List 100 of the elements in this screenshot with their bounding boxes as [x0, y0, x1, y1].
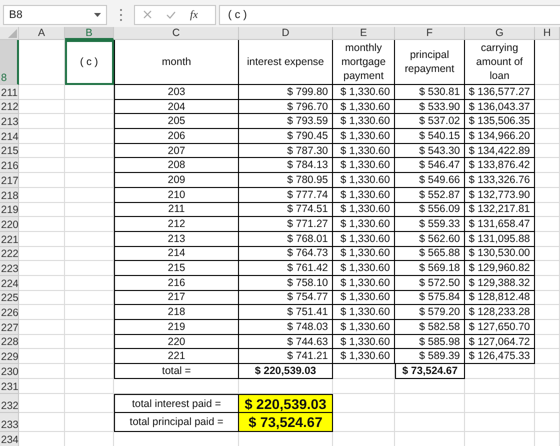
table-cell: $ 1,330.60 [333, 85, 395, 100]
table-cell: $ 126,475.33 [465, 349, 535, 364]
table-cell: $ 134,966.20 [465, 129, 535, 144]
row-header[interactable]: 226 [0, 305, 19, 320]
empty-cell [535, 202, 560, 218]
column-header[interactable]: D [239, 27, 333, 40]
table-cell: $ 549.66 [395, 173, 465, 188]
empty-cell [65, 379, 114, 394]
empty-cell [535, 246, 560, 262]
row-header[interactable]: 211 [0, 85, 19, 100]
row-header[interactable]: 218 [0, 188, 19, 202]
table-cell: 213 [114, 232, 239, 247]
row-header[interactable]: 233 [0, 413, 19, 432]
row-header[interactable]: 234 [0, 432, 19, 446]
row-header[interactable]: 219 [0, 202, 19, 218]
table-cell: $ 1,330.60 [333, 246, 395, 262]
table-cell: 216 [114, 276, 239, 291]
row-header[interactable]: 216 [0, 158, 19, 174]
row-header[interactable]: 223 [0, 261, 19, 276]
table-cell: $ 1,330.60 [333, 305, 395, 320]
column-header[interactable]: E [333, 27, 395, 40]
table-cell: 205 [114, 114, 239, 130]
table-cell: $ 73,524.67 [395, 364, 465, 380]
table-cell: 221 [114, 349, 239, 364]
table-cell: 214 [114, 246, 239, 262]
table-cell: $ 559.33 [395, 217, 465, 232]
empty-cell [395, 394, 465, 414]
table-cell: $ 128,233.28 [465, 305, 535, 320]
table-cell: $ 799.80 [239, 85, 333, 100]
column-header[interactable]: F [395, 27, 465, 40]
table-cell: $ 582.58 [395, 320, 465, 335]
table-cell: $ 1,330.60 [333, 114, 395, 130]
table-cell: $ 131,658.47 [465, 217, 535, 232]
row-header[interactable]: 221 [0, 232, 19, 247]
table-cell: $ 130,530.00 [465, 246, 535, 262]
table-cell: 219 [114, 320, 239, 335]
row-header[interactable]: 228 [0, 334, 19, 350]
row-header[interactable]: 230 [0, 364, 19, 380]
table-cell: $ 1,330.60 [333, 217, 395, 232]
empty-cell [535, 232, 560, 247]
empty-cell [65, 349, 114, 364]
table-cell: $ 754.77 [239, 290, 333, 306]
empty-cell [333, 379, 395, 394]
column-header[interactable]: G [465, 27, 535, 40]
table-cell: $ 220,539.03 [239, 394, 333, 414]
empty-cell [65, 261, 114, 276]
table-cell: $ 744.63 [239, 334, 333, 350]
row-header[interactable]: 227 [0, 320, 19, 335]
row-header[interactable]: 213 [0, 114, 19, 130]
column-title-cell: ( c ) [65, 40, 114, 85]
table-cell: $ 796.70 [239, 100, 333, 114]
row-header[interactable]: 220 [0, 217, 19, 232]
formula-field[interactable]: ( c ) [219, 4, 560, 24]
empty-cell [535, 85, 560, 100]
row-header[interactable]: 8 [0, 40, 19, 85]
dropdown-caret-icon [94, 12, 101, 16]
table-cell: 218 [114, 305, 239, 320]
empty-cell [65, 202, 114, 218]
empty-cell [65, 85, 114, 100]
empty-cell [65, 320, 114, 335]
row-header[interactable]: 212 [0, 100, 19, 114]
empty-cell [535, 394, 560, 414]
empty-cell [65, 129, 114, 144]
row-header[interactable]: 224 [0, 276, 19, 291]
empty-cell [535, 413, 560, 432]
column-header[interactable]: H [535, 27, 560, 40]
column-header[interactable]: C [114, 27, 239, 40]
empty-cell [535, 334, 560, 350]
empty-cell [535, 217, 560, 232]
table-cell: total interest paid = [114, 394, 239, 414]
table-cell: $ 1,330.60 [333, 276, 395, 291]
table-cell: $ 768.01 [239, 232, 333, 247]
table-cell: $ 1,330.60 [333, 100, 395, 114]
column-header[interactable]: A [19, 27, 65, 40]
row-header[interactable]: 232 [0, 394, 19, 414]
row-header[interactable]: 231 [0, 379, 19, 394]
row-header[interactable]: 214 [0, 129, 19, 144]
empty-cell [395, 413, 465, 432]
cancel-icon[interactable] [143, 10, 152, 19]
table-cell: $ 134,422.89 [465, 144, 535, 158]
insert-function-button[interactable]: fx [190, 8, 198, 20]
more-options-icon[interactable] [119, 8, 123, 22]
empty-cell [65, 188, 114, 202]
table-cell: $ 748.03 [239, 320, 333, 335]
name-box[interactable]: B8 [3, 4, 107, 24]
row-header[interactable]: 217 [0, 173, 19, 188]
empty-cell [535, 100, 560, 114]
select-all-icon[interactable] [8, 29, 17, 38]
row-header[interactable]: 229 [0, 349, 19, 364]
row-header[interactable]: 225 [0, 290, 19, 306]
empty-cell [65, 276, 114, 291]
row-header[interactable]: 222 [0, 246, 19, 262]
table-cell: 208 [114, 158, 239, 174]
table-cell: total = [114, 364, 239, 380]
check-icon[interactable] [166, 10, 176, 18]
column-header[interactable]: B [65, 27, 114, 40]
table-cell: $ 136,577.27 [465, 85, 535, 100]
table-cell: 203 [114, 85, 239, 100]
row-header[interactable]: 215 [0, 144, 19, 158]
empty-cell [65, 173, 114, 188]
